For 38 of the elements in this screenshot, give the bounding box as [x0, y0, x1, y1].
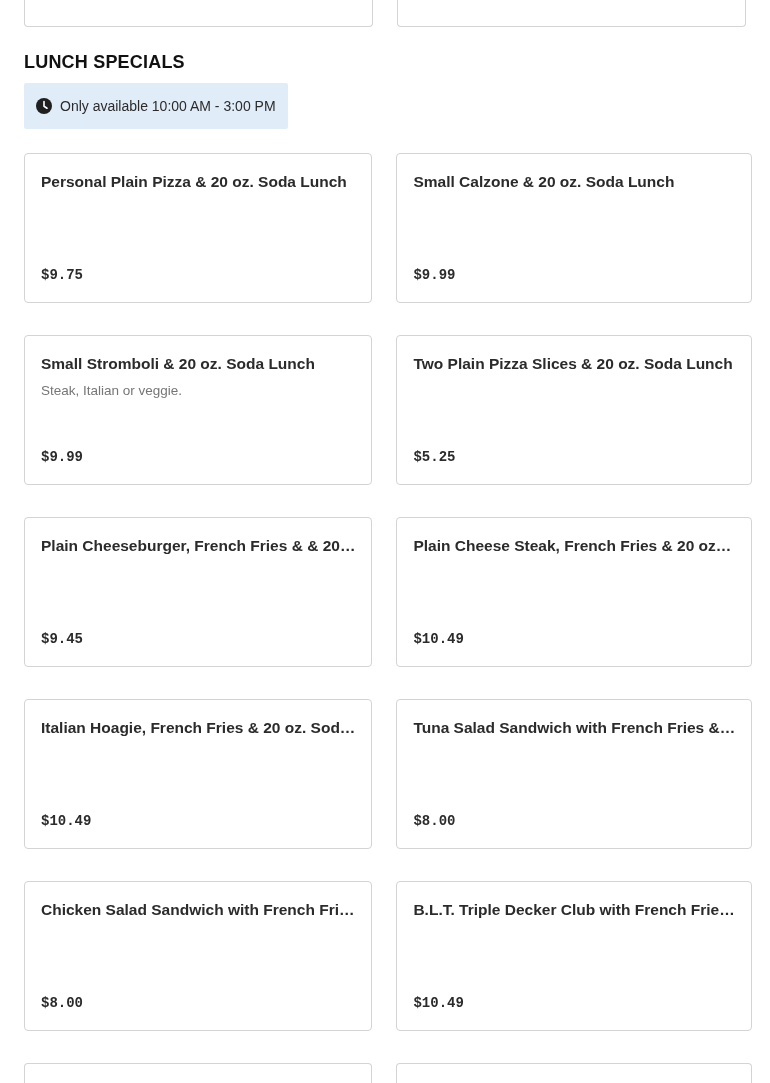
item-price: $9.99 [413, 266, 457, 284]
item-price: $5.25 [413, 448, 457, 466]
menu-item-card[interactable]: Plain Cheese Steak, French Fries & 20 oz… $10.49 [396, 517, 753, 667]
item-price: $9.99 [41, 448, 84, 466]
item-name: Tuna Salad Sandwich with French Fries &… [413, 718, 736, 738]
item-description: Steak, Italian or veggie. [41, 382, 184, 400]
clock-icon [36, 98, 52, 114]
item-name: B.L.T. Triple Decker Club with French Frie… [413, 900, 736, 920]
menu-item-card[interactable] [396, 1063, 753, 1083]
item-price: $10.49 [41, 812, 93, 830]
item-name: Plain Cheeseburger, French Fries & & 20… [41, 536, 356, 556]
menu-item-card[interactable] [397, 0, 746, 27]
item-name: Small Stromboli & 20 oz. Soda Lunch [41, 354, 316, 374]
menu-item-card[interactable]: Two Plain Pizza Slices & 20 oz. Soda Lunch $5.25 [396, 335, 753, 485]
menu-item-card[interactable]: Italian Hoagie, French Fries & 20 oz. Sod… $10.49 [24, 699, 373, 849]
menu-item-card[interactable]: Chicken Salad Sandwich with French Fri… $8.00 [24, 881, 373, 1031]
menu-item-card[interactable]: Small Calzone & 20 oz. Soda Lunch $9.99 [396, 153, 753, 303]
menu-item-card[interactable] [24, 1063, 373, 1083]
item-name: Chicken Salad Sandwich with French Fri… [41, 900, 356, 920]
item-name: Italian Hoagie, French Fries & 20 oz. Sod… [41, 718, 356, 738]
availability-text: Only available 10:00 AM - 3:00 PM [60, 97, 276, 115]
item-price: $10.49 [413, 630, 465, 648]
item-name: Plain Cheese Steak, French Fries & 20 oz… [413, 536, 733, 556]
item-price: $9.45 [41, 630, 84, 648]
item-name: Two Plain Pizza Slices & 20 oz. Soda Lunch [413, 354, 734, 374]
section-heading: LUNCH SPECIALS [24, 51, 186, 73]
menu-item-card[interactable] [24, 0, 373, 27]
menu-item-card[interactable]: B.L.T. Triple Decker Club with French Frie… $10.49 [396, 881, 753, 1031]
menu-item-card[interactable]: Plain Cheeseburger, French Fries & & 20… $9.45 [24, 517, 373, 667]
item-price: $9.75 [41, 266, 84, 284]
item-price: $8.00 [41, 994, 84, 1012]
menu-item-card[interactable]: Personal Plain Pizza & 20 oz. Soda Lunch $9.75 [24, 153, 373, 303]
menu-item-card[interactable]: Small Stromboli & 20 oz. Soda Lunch Steak, Italian or veggie. $9.99 [24, 335, 373, 485]
item-price: $10.49 [413, 994, 465, 1012]
item-price: $8.00 [413, 812, 457, 830]
item-name: Small Calzone & 20 oz. Soda Lunch [413, 172, 676, 192]
item-name: Personal Plain Pizza & 20 oz. Soda Lunch [41, 172, 348, 192]
menu-item-card[interactable]: Tuna Salad Sandwich with French Fries &… $8.00 [396, 699, 753, 849]
